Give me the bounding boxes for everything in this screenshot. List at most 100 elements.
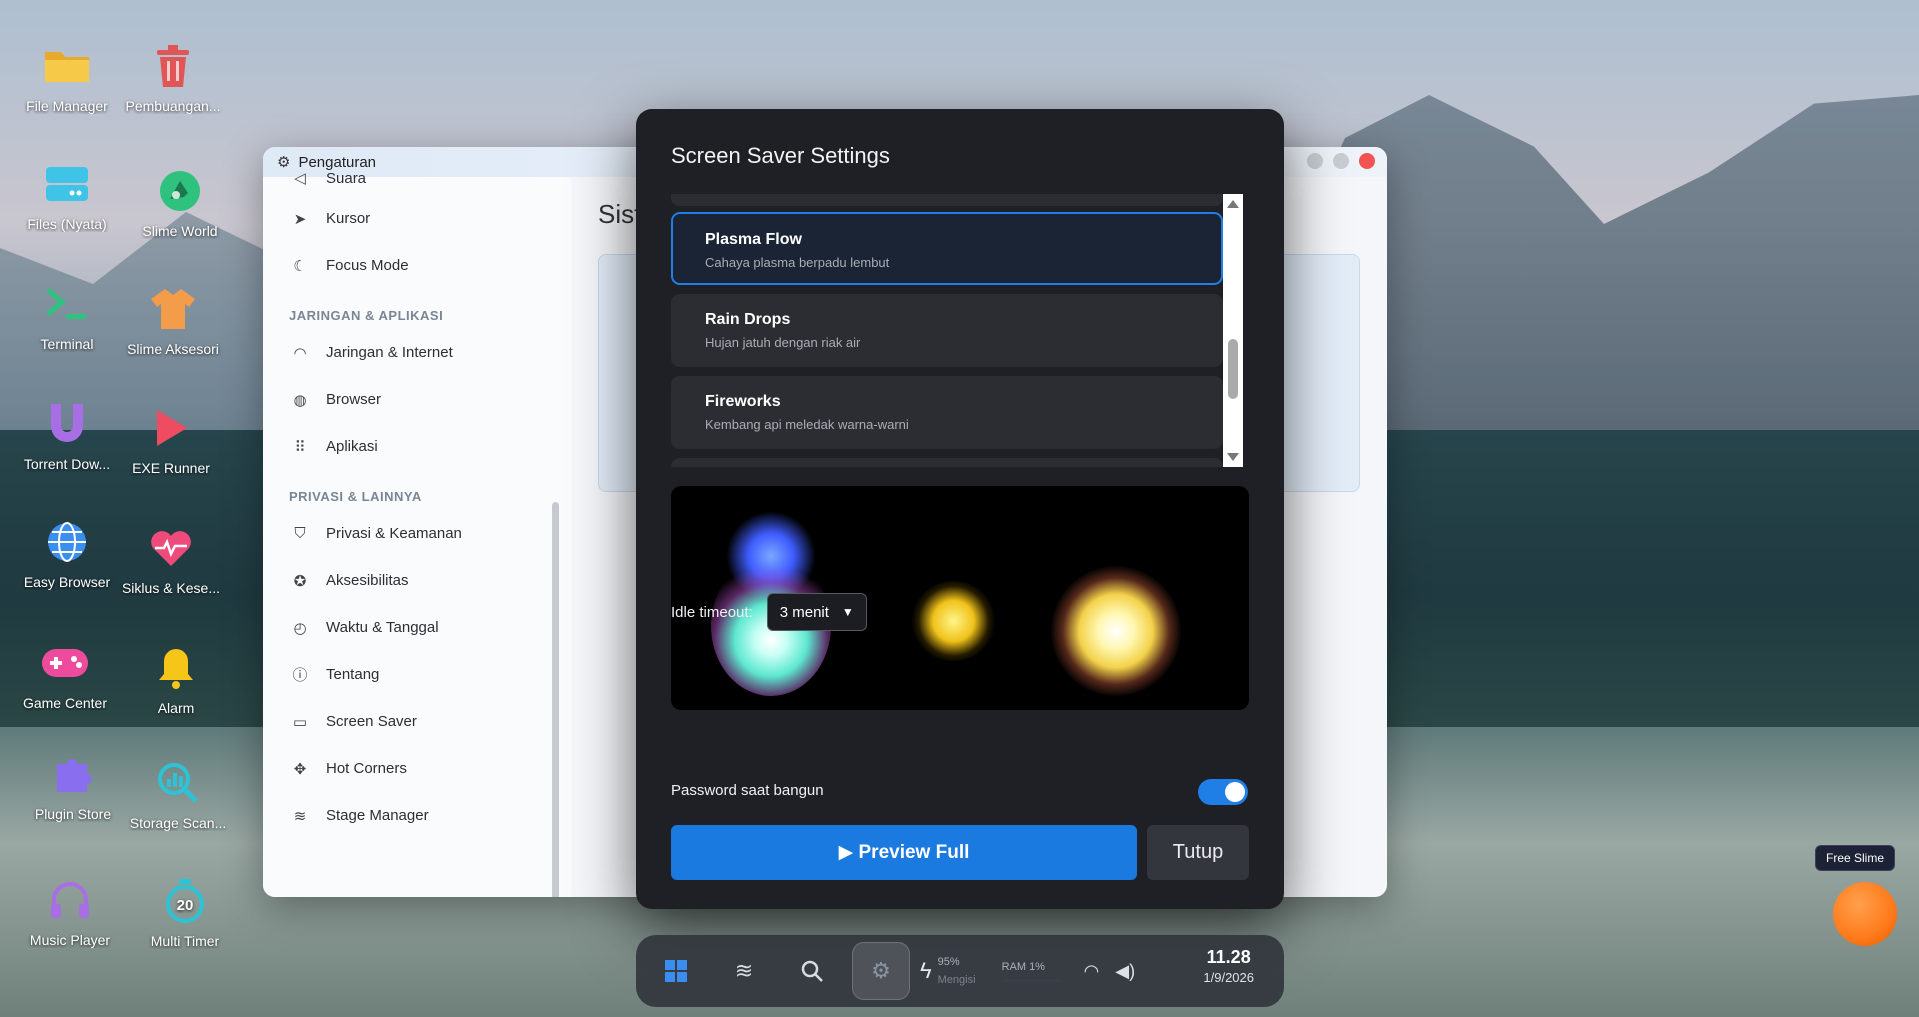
password-toggle[interactable] [1198,779,1248,805]
desktop-icon-trash[interactable]: Pembuangan... [118,40,228,114]
desktop-icon-storage-scan[interactable]: Storage Scan... [123,757,233,831]
wifi-icon: ◠ [293,344,307,362]
window-controls [1307,153,1375,169]
terminal-icon [41,278,93,330]
dialog-title: Screen Saver Settings [671,143,890,168]
screen-saver-option-fireworks[interactable]: Fireworks Kembang api meledak warna-warn… [671,376,1223,449]
minimize-button[interactable] [1307,153,1323,169]
desktop-icon-game-center[interactable]: Game Center [10,637,120,711]
close-dialog-button[interactable]: Tutup [1147,825,1249,880]
scrollbar-thumb[interactable] [1228,339,1238,399]
option-desc: Cahaya plasma berpadu lembut [705,255,890,270]
monitor-icon: ▭ [292,713,308,731]
clock[interactable]: 11.28 1/9/2026 [1203,947,1254,985]
sidebar-item-screen-saver[interactable]: ▭ Screen Saver [263,698,571,745]
option-desc: Kembang api meledak warna-warni [705,417,909,432]
preview-full-button[interactable]: ▶ Preview Full [671,825,1137,880]
sidebar-item-aplikasi[interactable]: ⠿ Aplikasi [263,423,571,470]
slime-pet[interactable] [1833,882,1897,946]
screen-saver-option-plasma-flow[interactable]: Plasma Flow Cahaya plasma berpadu lembut [671,212,1223,285]
desktop-icon-exe-runner[interactable]: EXE Runner [116,402,226,476]
desktop-icon-torrent[interactable]: Torrent Dow... [12,398,122,472]
sidebar-item-aksesibilitas[interactable]: ✪ Aksesibilitas [263,557,571,604]
maximize-button[interactable] [1333,153,1349,169]
password-label: Password saat bangun [671,782,824,799]
battery-percent: 95% [937,956,960,968]
sidebar-item-waktu[interactable]: ◴ Waktu & Tanggal [263,604,571,651]
trash-icon [147,40,199,92]
info-icon: ⓘ [292,667,308,684]
free-slime-badge[interactable]: Free Slime [1815,845,1896,871]
desktop-icon-terminal[interactable]: Terminal [12,278,122,352]
list-item-partial[interactable] [671,458,1223,467]
layers-button[interactable]: ≋ [716,943,772,999]
idle-timeout-value: 3 menit [779,603,829,621]
lightning-icon: ϟ [920,958,932,983]
sidebar-item-jaringan[interactable]: ◠ Jaringan & Internet [263,329,571,376]
scroll-up-arrow-icon[interactable] [1227,200,1239,208]
desktop-icon-alarm[interactable]: Alarm [121,642,231,716]
desktop-icon-slime-aksesori[interactable]: Slime Aksesori [118,283,228,357]
close-button[interactable] [1359,153,1375,169]
clock-time: 11.28 [1206,947,1251,967]
chevron-down-icon: ▼ [841,605,854,619]
ram-indicator[interactable]: RAM 1% [1001,961,1062,982]
clock-date: 1/9/2026 [1203,970,1254,985]
desktop-icon-plugin-store[interactable]: Plugin Store [18,748,128,822]
sidebar-item-suara[interactable]: ◁ Suara [263,169,571,187]
moon-icon: ☾ [293,257,307,275]
search-button[interactable] [784,943,840,999]
sidebar-item-kursor[interactable]: ➤ Kursor [263,195,571,242]
settings-taskbar-button[interactable]: ⚙ [852,942,910,1000]
desktop-icon-multi-timer[interactable]: 20 Multi Timer [130,875,240,949]
chart-search-icon [152,757,204,809]
list-item-partial[interactable] [671,194,1223,206]
timer-icon: 20 [159,875,211,927]
shirt-icon [147,283,199,335]
screen-saver-option-rain-drops[interactable]: Rain Drops Hujan jatuh dengan riak air [671,294,1223,367]
taskbar: ≋ ⚙ ϟ 95% Mengisi RAM 1% ◠ ◀) 11.28 1/9/… [636,935,1284,1007]
globe-icon: ◍ [293,391,307,409]
battery-indicator[interactable]: ϟ 95% Mengisi [920,956,976,986]
screen-saver-list: Plasma Flow Cahaya plasma berpadu lembut… [671,194,1243,467]
idle-timeout-row: Idle timeout: 3 menit ▼ [671,593,867,631]
scroll-down-arrow-icon[interactable] [1227,453,1239,461]
toggle-knob [1225,782,1245,802]
sidebar-item-hot-corners[interactable]: ✥ Hot Corners [263,745,571,792]
sidebar-item-focus-mode[interactable]: ☾ Focus Mode [263,242,571,289]
sidebar-scrollbar[interactable] [552,502,559,897]
sidebar-item-tentang[interactable]: ⓘ Tentang [263,651,571,698]
sidebar-item-browser[interactable]: ◍ Browser [263,376,571,423]
desktop-icon-file-manager[interactable]: File Manager [12,40,122,114]
clock-icon: ◴ [293,619,307,637]
desktop-icon-siklus[interactable]: Siklus & Kese... [116,522,226,596]
option-name: Rain Drops [705,311,791,328]
desktop-icon-easy-browser[interactable]: Easy Browser [12,516,122,590]
folder-icon [41,40,93,92]
apps-grid-icon: ⠿ [294,438,306,456]
volume-icon[interactable]: ◀) [1115,961,1135,982]
sidebar-item-privasi[interactable]: ⛉ Privasi & Keamanan [263,510,571,557]
bell-icon [150,642,202,694]
desktop-icon-slime-world[interactable]: Slime World [125,165,235,239]
sidebar-item-stage-manager[interactable]: ≋ Stage Manager [263,792,571,839]
start-button[interactable] [648,943,704,999]
windows-icon [665,960,687,982]
preview-orb [911,581,996,661]
search-icon [801,960,823,982]
layers-icon: ≋ [734,958,754,983]
option-desc: Hujan jatuh dengan riak air [705,335,861,350]
magnet-icon [41,398,93,450]
desktop-icon-music-player[interactable]: Music Player [15,874,125,948]
settings-window-title: Pengaturan [298,153,377,171]
desktop-icon-files-nyata[interactable]: Files (Nyata) [12,158,122,232]
layers-icon: ≋ [293,807,307,825]
wifi-icon[interactable]: ◠ [1084,961,1100,982]
idle-timeout-select[interactable]: 3 menit ▼ [766,593,867,631]
main-title: Sist [598,199,642,229]
list-scrollbar[interactable] [1223,194,1243,467]
slime-world-icon [154,165,206,217]
globe-icon [41,516,93,568]
settings-sidebar: ◁ Suara ➤ Kursor ☾ Focus Mode JARINGAN &… [263,170,571,897]
gamepad-icon [39,637,91,689]
